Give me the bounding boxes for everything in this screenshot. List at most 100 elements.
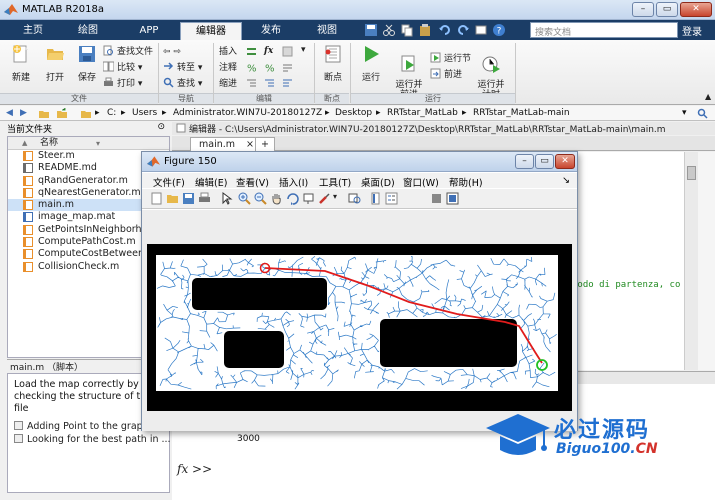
menu-dock-arrow-icon[interactable]: ↘: [562, 175, 570, 186]
pan-hand-icon[interactable]: [270, 192, 283, 205]
menu-view[interactable]: 查看(V): [236, 175, 269, 189]
comment-button[interactable]: 注释: [219, 61, 237, 75]
comment-percent-icon[interactable]: %: [246, 62, 257, 74]
advance-button[interactable]: 前进: [430, 68, 462, 82]
menu-edit[interactable]: 编辑(E): [195, 175, 227, 189]
nav-forward-icon[interactable]: ▶: [20, 108, 27, 118]
crumb-rrtstar-matlab-main[interactable]: RRTstar_MatLab-main: [473, 108, 570, 118]
new-button[interactable]: 新建: [6, 44, 36, 83]
new-figure-icon[interactable]: [150, 192, 163, 205]
cut-icon[interactable]: [382, 23, 396, 37]
insert-dropdown-caret[interactable]: ▾: [301, 45, 306, 55]
menu-window[interactable]: 窗口(W): [403, 175, 439, 189]
open-file-icon[interactable]: [166, 192, 179, 205]
back-forward-nav[interactable]: ⇦ ⇨: [163, 45, 181, 59]
rrt-star-plot[interactable]: [147, 244, 572, 411]
name-column-header[interactable]: ▲ 名称 ▾: [8, 137, 169, 150]
open-button[interactable]: 打开: [40, 44, 70, 83]
tab-editor[interactable]: 编辑器: [180, 22, 242, 40]
crumb-drive[interactable]: C:: [107, 108, 116, 118]
section-item[interactable]: Looking for the best path in ...: [14, 434, 171, 445]
help-quick-icon[interactable]: ?: [492, 23, 506, 37]
goto-button[interactable]: 转至 ▾: [163, 61, 202, 75]
tab-view[interactable]: 视图: [302, 22, 352, 40]
insert-section-icon[interactable]: [246, 46, 257, 57]
pointer-icon[interactable]: [220, 192, 233, 205]
save-button[interactable]: 保存: [72, 44, 102, 83]
compare-button[interactable]: 比较 ▾: [103, 61, 142, 75]
find-files-button[interactable]: 查找文件: [103, 45, 153, 59]
search-documentation-input[interactable]: 搜索文档: [530, 22, 678, 38]
insert-colorbar-icon[interactable]: [369, 192, 382, 205]
folder-search-icon[interactable]: [697, 108, 708, 119]
brush-icon[interactable]: [318, 192, 331, 205]
save-quick-icon[interactable]: [364, 23, 378, 37]
login-link[interactable]: 登录: [682, 23, 702, 38]
zoom-in-icon[interactable]: [238, 192, 251, 205]
close-button[interactable]: ✕: [680, 2, 712, 17]
insert-button[interactable]: 插入: [219, 45, 237, 59]
up-folder-icon[interactable]: [38, 108, 50, 119]
editor-scrollbar[interactable]: [684, 152, 698, 370]
crumb-desktop[interactable]: Desktop: [335, 108, 372, 118]
print-figure-icon[interactable]: [198, 192, 211, 205]
link-plot-icon[interactable]: [348, 192, 361, 205]
increase-indent-icon[interactable]: [264, 78, 275, 89]
paste-icon[interactable]: [418, 23, 432, 37]
save-figure-icon[interactable]: [182, 192, 195, 205]
crumb-rrtstar-matlab[interactable]: RRTstar_MatLab: [387, 108, 458, 118]
new-tab-button[interactable]: +: [255, 137, 275, 151]
insert-cell-icon[interactable]: [282, 46, 293, 57]
copy-icon[interactable]: [400, 23, 414, 37]
menu-help[interactable]: 帮助(H): [449, 175, 483, 189]
brush-dropdown-caret[interactable]: ▾: [333, 192, 337, 201]
wrap-comments-icon[interactable]: [282, 62, 293, 73]
menu-file[interactable]: 文件(F): [153, 175, 185, 189]
show-plot-tools-icon[interactable]: [446, 192, 459, 205]
tab-apps[interactable]: APP: [122, 22, 176, 40]
insert-legend-icon[interactable]: [385, 192, 398, 205]
data-cursor-icon[interactable]: [302, 192, 315, 205]
uncomment-icon[interactable]: %: [264, 62, 275, 74]
section-item[interactable]: Adding Point to the graph: [14, 421, 149, 432]
find-button[interactable]: 查找 ▾: [163, 77, 202, 91]
menu-tools[interactable]: 工具(T): [319, 175, 351, 189]
rotate-3d-icon[interactable]: [286, 192, 299, 205]
tab-home[interactable]: 主页: [12, 22, 54, 40]
hide-plot-tools-icon[interactable]: [430, 192, 443, 205]
redo-icon[interactable]: [456, 23, 470, 37]
collapse-ribbon-caret[interactable]: ▲: [705, 92, 711, 101]
panel-options-icon[interactable]: ⊙: [157, 122, 165, 132]
menu-insert[interactable]: 插入(I): [279, 175, 308, 189]
maximize-button[interactable]: ▭: [656, 2, 678, 17]
figure-minimize-button[interactable]: –: [515, 154, 534, 169]
tab-publish[interactable]: 发布: [246, 22, 296, 40]
file-name: CollisionCheck.m: [38, 260, 120, 272]
crumb-users[interactable]: Users: [132, 108, 157, 118]
address-dropdown-caret[interactable]: ▾: [682, 108, 687, 118]
breakpoints-button[interactable]: 断点: [318, 44, 348, 83]
switch-windows-icon[interactable]: [474, 23, 488, 37]
crumb-administrator[interactable]: Administrator.WIN7U-20180127Z: [173, 108, 322, 118]
decrease-indent-icon[interactable]: [282, 78, 293, 89]
undo-icon[interactable]: [438, 23, 452, 37]
indent-button[interactable]: 缩进: [219, 77, 237, 91]
close-tab-icon[interactable]: ×: [246, 139, 254, 150]
scroll-thumb[interactable]: [687, 166, 696, 180]
smart-indent-icon[interactable]: [246, 78, 257, 89]
tab-plots[interactable]: 绘图: [66, 22, 110, 40]
tab-main-m[interactable]: main.m ×: [190, 137, 264, 151]
nav-back-icon[interactable]: ◀: [6, 108, 13, 118]
figure-close-button[interactable]: ✕: [555, 154, 575, 169]
minimize-button[interactable]: –: [632, 2, 654, 17]
menu-desktop[interactable]: 桌面(D): [361, 175, 395, 189]
command-prompt[interactable]: fx >>: [177, 462, 212, 476]
run-button[interactable]: 运行: [355, 44, 387, 83]
insert-function-button[interactable]: fx: [264, 44, 273, 58]
figure-toolbar: ▾: [142, 189, 577, 209]
print-button[interactable]: 打印 ▾: [103, 77, 142, 91]
zoom-out-icon[interactable]: [254, 192, 267, 205]
browse-folder-icon[interactable]: [56, 108, 68, 119]
figure-maximize-button[interactable]: ▭: [535, 154, 554, 169]
run-section-button[interactable]: 运行节: [430, 52, 471, 66]
